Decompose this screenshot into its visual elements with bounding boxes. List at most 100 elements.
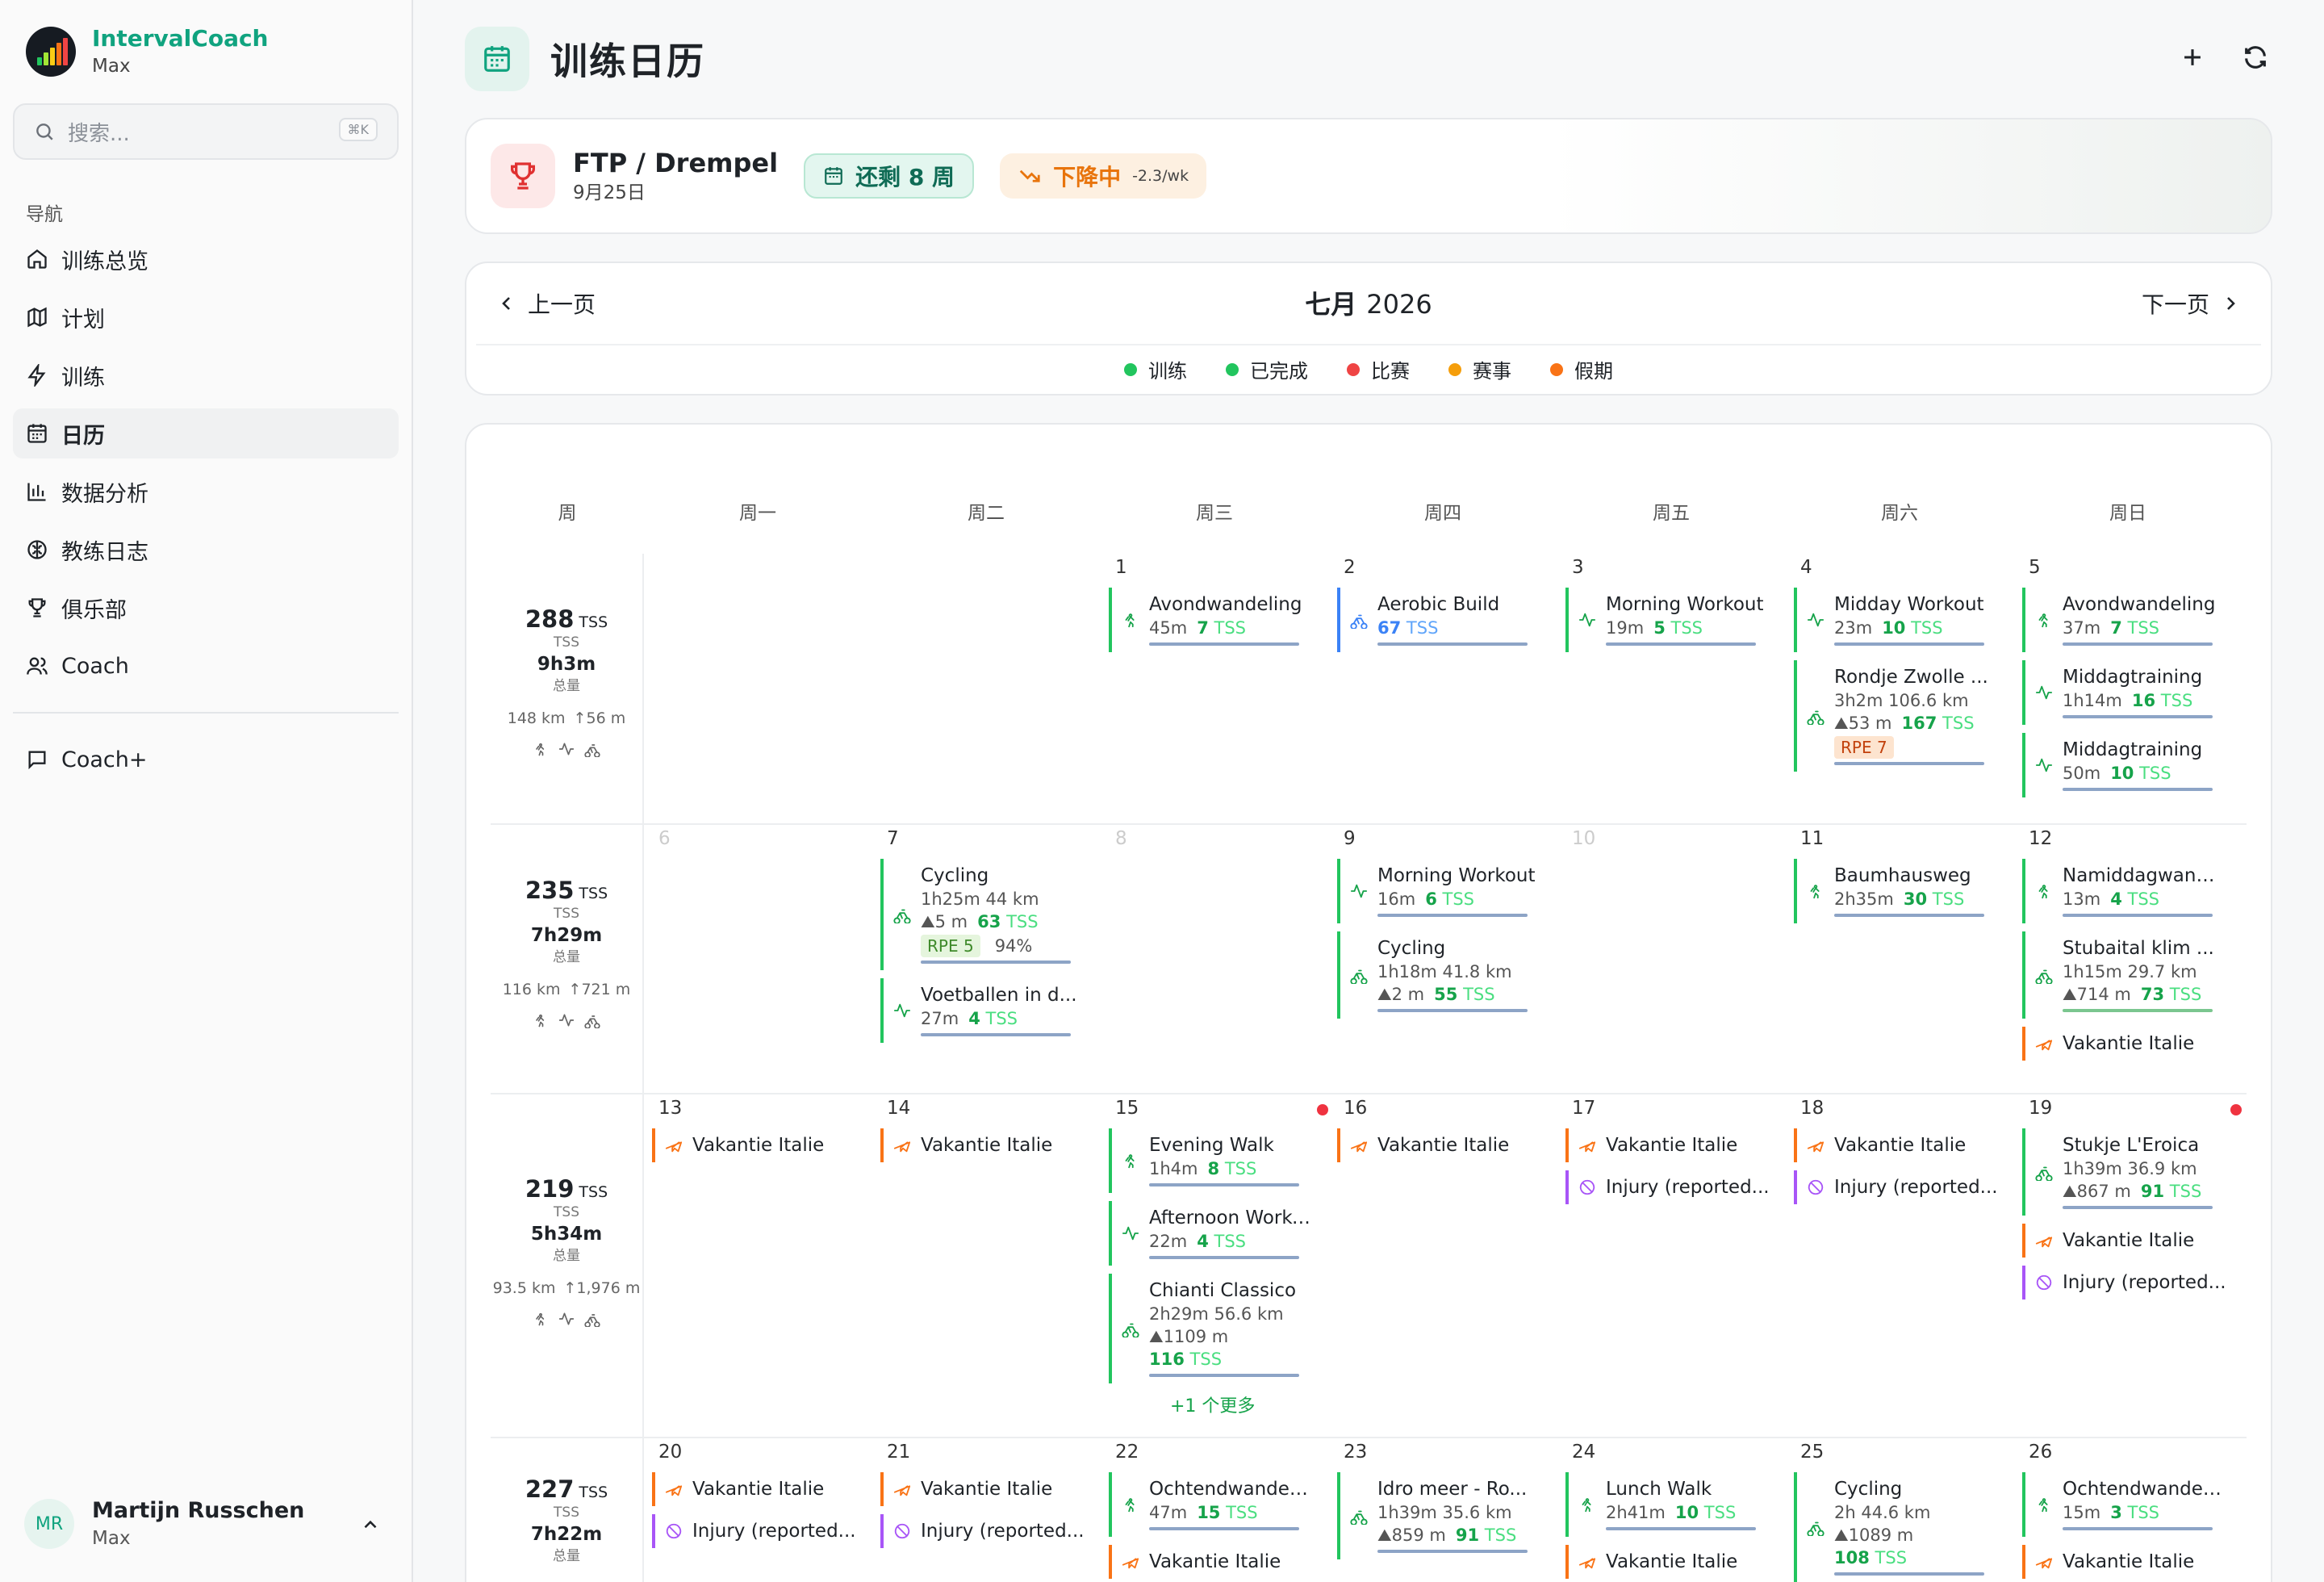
injury-event[interactable]: Injury (reported... bbox=[1794, 1170, 2021, 1204]
workout-event[interactable]: Middagtraining 50m 10 TSS bbox=[2022, 733, 2250, 797]
workout-event[interactable]: Ochtendwandeling 15m 3 TSS bbox=[2022, 1472, 2250, 1537]
day-cell[interactable]: 6 bbox=[652, 825, 880, 852]
vacation-event[interactable]: Vakantie Italie bbox=[2022, 1224, 2250, 1258]
workout-event[interactable]: Chianti Classico 2h29m 56.6 km ⛰1109 m 116 … bbox=[1109, 1274, 1336, 1383]
workout-event[interactable]: Namiddagwandeling 13m 4 TSS bbox=[2022, 859, 2250, 923]
day-cell[interactable]: 12Namiddagwandeling13m4 TSSStubaital kli… bbox=[2022, 825, 2250, 1069]
week-tss-value: 235 bbox=[525, 877, 575, 904]
nav-item-plan[interactable]: 计划 bbox=[13, 292, 399, 342]
day-cell[interactable]: 20 Vakantie Italie Injury (reported... bbox=[652, 1438, 880, 1556]
workout-event[interactable]: Midday Workout 23m 10 TSS bbox=[1794, 588, 2021, 652]
nav-item-coach-log[interactable]: 教练日志 bbox=[13, 525, 399, 575]
workout-event[interactable]: Stubaital klim ... 1h15m 29.7 km ⛰714 m 73 … bbox=[2022, 931, 2250, 1019]
vacation-event[interactable]: Vakantie Italie bbox=[1565, 1128, 1793, 1162]
plane-icon bbox=[665, 1485, 683, 1496]
workout-event[interactable]: Stukje L'Eroica 1h39m 36.9 km ⛰867 m 91 TSS bbox=[2022, 1128, 2250, 1216]
workout-event[interactable]: Baumhausweg 2h35m 30 TSS bbox=[1794, 859, 2021, 923]
week-tss-label: TSS bbox=[554, 906, 579, 922]
event-rpe-row: RPE 7 bbox=[1834, 734, 2021, 759]
day-cell[interactable]: 13 Vakantie Italie bbox=[652, 1094, 880, 1170]
day-number: 2 bbox=[1344, 557, 1356, 578]
show-more-link[interactable]: +1 个更多 bbox=[1109, 1392, 1336, 1417]
nav-item-analytics[interactable]: 数据分析 bbox=[13, 467, 399, 517]
vacation-event[interactable]: Vakantie Italie bbox=[1794, 1128, 2021, 1162]
injury-event[interactable]: Injury (reported... bbox=[1565, 1170, 1793, 1204]
refresh-button[interactable] bbox=[2242, 44, 2269, 71]
workout-event[interactable]: Rondje Zwolle ... 3h2m 106.6 km ⛰53 m 167 T… bbox=[1794, 660, 2021, 772]
workout-event[interactable]: Voetballen in d... 27m 4 TSS bbox=[880, 978, 1108, 1043]
day-cell[interactable]: 4 Midday Workout 23m 10 TSS Rondje Zwolle ..… bbox=[1794, 554, 2021, 780]
workout-event[interactable]: Morning Workout 19m 5 TSS bbox=[1565, 588, 1793, 652]
legend-dot bbox=[1448, 362, 1461, 376]
chevron-up-icon[interactable] bbox=[360, 1514, 381, 1535]
workout-event[interactable]: Avondwandeling 45m 7 TSS bbox=[1109, 588, 1336, 652]
day-cell[interactable]: 24 Lunch Walk 2h41m 10 TSS Vakantie Italie bbox=[1565, 1438, 1793, 1582]
injury-event[interactable]: Injury (reported... bbox=[2022, 1266, 2250, 1300]
day-cell[interactable]: 15 Evening Walk 1h4m 8 TSS Afternoon Workout… bbox=[1109, 1094, 1336, 1417]
day-cell[interactable]: 8 bbox=[1109, 825, 1336, 852]
day-cell[interactable]: 11 Baumhausweg 2h35m 30 TSS bbox=[1794, 825, 2021, 931]
workout-event[interactable]: Cycling 1h25m 44 km ⛰5 m 63 TSS RPE 5 94% bbox=[880, 859, 1108, 970]
day-cell[interactable]: 17 Vakantie Italie Injury (reported... bbox=[1565, 1094, 1793, 1212]
event-duration: 1h14m bbox=[2063, 691, 2122, 710]
day-cell[interactable]: 19 Stukje L'Eroica 1h39m 36.9 km ⛰867 m 91 T… bbox=[2022, 1094, 2250, 1308]
day-cell[interactable]: 1 Avondwandeling 45m 7 TSS bbox=[1109, 554, 1336, 660]
day-cell[interactable]: 21 Vakantie Italie Injury (reported... bbox=[880, 1438, 1108, 1556]
day-cell[interactable]: 7 Cycling 1h25m 44 km ⛰5 m 63 TSS RPE 5 94% Voe… bbox=[880, 825, 1108, 1051]
day-cell[interactable]: 10 bbox=[1565, 825, 1793, 852]
day-cell[interactable]: 22 Ochtendwandeling 47m 15 TSS Vakantie Ital… bbox=[1109, 1438, 1336, 1582]
day-number: 19 bbox=[2029, 1098, 2053, 1119]
vacation-event[interactable]: Vakantie Italie bbox=[2022, 1027, 2250, 1061]
vacation-event[interactable]: Vakantie Italie bbox=[652, 1472, 880, 1506]
day-cell[interactable]: 14 Vakantie Italie bbox=[880, 1094, 1108, 1170]
day-cell[interactable]: 9 Morning Workout 16m 6 TSS Cycling 1h18m 41.… bbox=[1337, 825, 1565, 1027]
next-page-button[interactable]: 下一页 bbox=[2142, 287, 2240, 320]
add-button[interactable] bbox=[2179, 44, 2206, 71]
workout-event[interactable]: Aerobic Build 67 TSS bbox=[1337, 588, 1565, 652]
bike-icon bbox=[1122, 1323, 1139, 1337]
brand[interactable]: IntervalCoach Max bbox=[0, 0, 412, 103]
search-input[interactable]: 搜索... ⌘K bbox=[13, 103, 399, 160]
vacation-event[interactable]: Vakantie Italie bbox=[652, 1128, 880, 1162]
day-cell[interactable]: 23 Idro meer - Ro... 1h39m 35.6 km ⛰859 m 91… bbox=[1337, 1438, 1565, 1567]
vacation-event[interactable]: Vakantie Italie bbox=[1109, 1545, 1336, 1579]
nav-item-calendar[interactable]: 日历 bbox=[13, 408, 399, 458]
injury-event[interactable]: Injury (reported... bbox=[652, 1514, 880, 1548]
vacation-event[interactable]: Vakantie Italie bbox=[880, 1472, 1108, 1506]
day-number: 23 bbox=[1344, 1442, 1368, 1463]
nav-item-overview[interactable]: 训练总览 bbox=[13, 234, 399, 284]
workout-event[interactable]: Cycling 2h 44.6 km ⛰1089 m 108 TSS bbox=[1794, 1472, 2021, 1582]
day-cell[interactable]: 18 Vakantie Italie Injury (reported... bbox=[1794, 1094, 2021, 1212]
ftp-card[interactable]: FTP / Drempel 9月25日 还剩 8 周 下降中 -2.3/wk bbox=[465, 118, 2272, 234]
day-cell[interactable]: 25 Cycling 2h 44.6 km ⛰1089 m 108 TSS bbox=[1794, 1438, 2021, 1582]
nav-item-coach-plus[interactable]: Coach+ bbox=[13, 734, 399, 785]
workout-event[interactable]: Middagtraining 1h14m 16 TSS bbox=[2022, 660, 2250, 725]
workout-event[interactable]: Avondwandeling 37m 7 TSS bbox=[2022, 588, 2250, 652]
workout-event[interactable]: Ochtendwandeling 47m 15 TSS bbox=[1109, 1472, 1336, 1537]
event-elevation: ⛰859 m 91 TSS bbox=[1377, 1524, 1565, 1546]
nav-item-coach[interactable]: Coach bbox=[13, 641, 399, 691]
vacation-event[interactable]: Vakantie Italie bbox=[2022, 1545, 2250, 1579]
workout-event[interactable]: Cycling 1h18m 41.8 km ⛰2 m 55 TSS bbox=[1337, 931, 1565, 1019]
day-cell[interactable]: 16 Vakantie Italie bbox=[1337, 1094, 1565, 1170]
event-tss-unit: TSS bbox=[1406, 618, 1439, 638]
day-cell[interactable]: 3 Morning Workout 19m 5 TSS bbox=[1565, 554, 1793, 660]
day-cell[interactable]: 2 Aerobic Build 67 TSS bbox=[1337, 554, 1565, 660]
nav-item-club[interactable]: 俱乐部 bbox=[13, 583, 399, 633]
workout-event[interactable]: Morning Workout 16m 6 TSS bbox=[1337, 859, 1565, 923]
workout-event[interactable]: Lunch Walk 2h41m 10 TSS bbox=[1565, 1472, 1793, 1537]
event-duration: 47m bbox=[1149, 1503, 1188, 1522]
day-cell[interactable]: 26 Ochtendwandeling 15m 3 TSS Vakantie Itali… bbox=[2022, 1438, 2250, 1582]
workout-event[interactable]: Idro meer - Ro... 1h39m 35.6 km ⛰859 m 91 T… bbox=[1337, 1472, 1565, 1559]
day-cell[interactable]: 5 Avondwandeling 37m 7 TSS Middagtraining 1h1… bbox=[2022, 554, 2250, 806]
vacation-event[interactable]: Vakantie Italie bbox=[1337, 1128, 1565, 1162]
injury-event[interactable]: Injury (reported... bbox=[880, 1514, 1108, 1548]
event-title: Injury (reported... bbox=[1606, 1177, 1770, 1198]
workout-event[interactable]: Afternoon Workout 22m 4 TSS bbox=[1109, 1201, 1336, 1266]
user-profile[interactable]: MR Martijn Russchen Max bbox=[13, 1484, 399, 1564]
vacation-event[interactable]: Vakantie Italie bbox=[880, 1128, 1108, 1162]
event-tss-value: 6 bbox=[1425, 889, 1437, 909]
workout-event[interactable]: Evening Walk 1h4m 8 TSS bbox=[1109, 1128, 1336, 1193]
vacation-event[interactable]: Vakantie Italie bbox=[1565, 1545, 1793, 1579]
nav-item-workouts[interactable]: 训练 bbox=[13, 350, 399, 400]
